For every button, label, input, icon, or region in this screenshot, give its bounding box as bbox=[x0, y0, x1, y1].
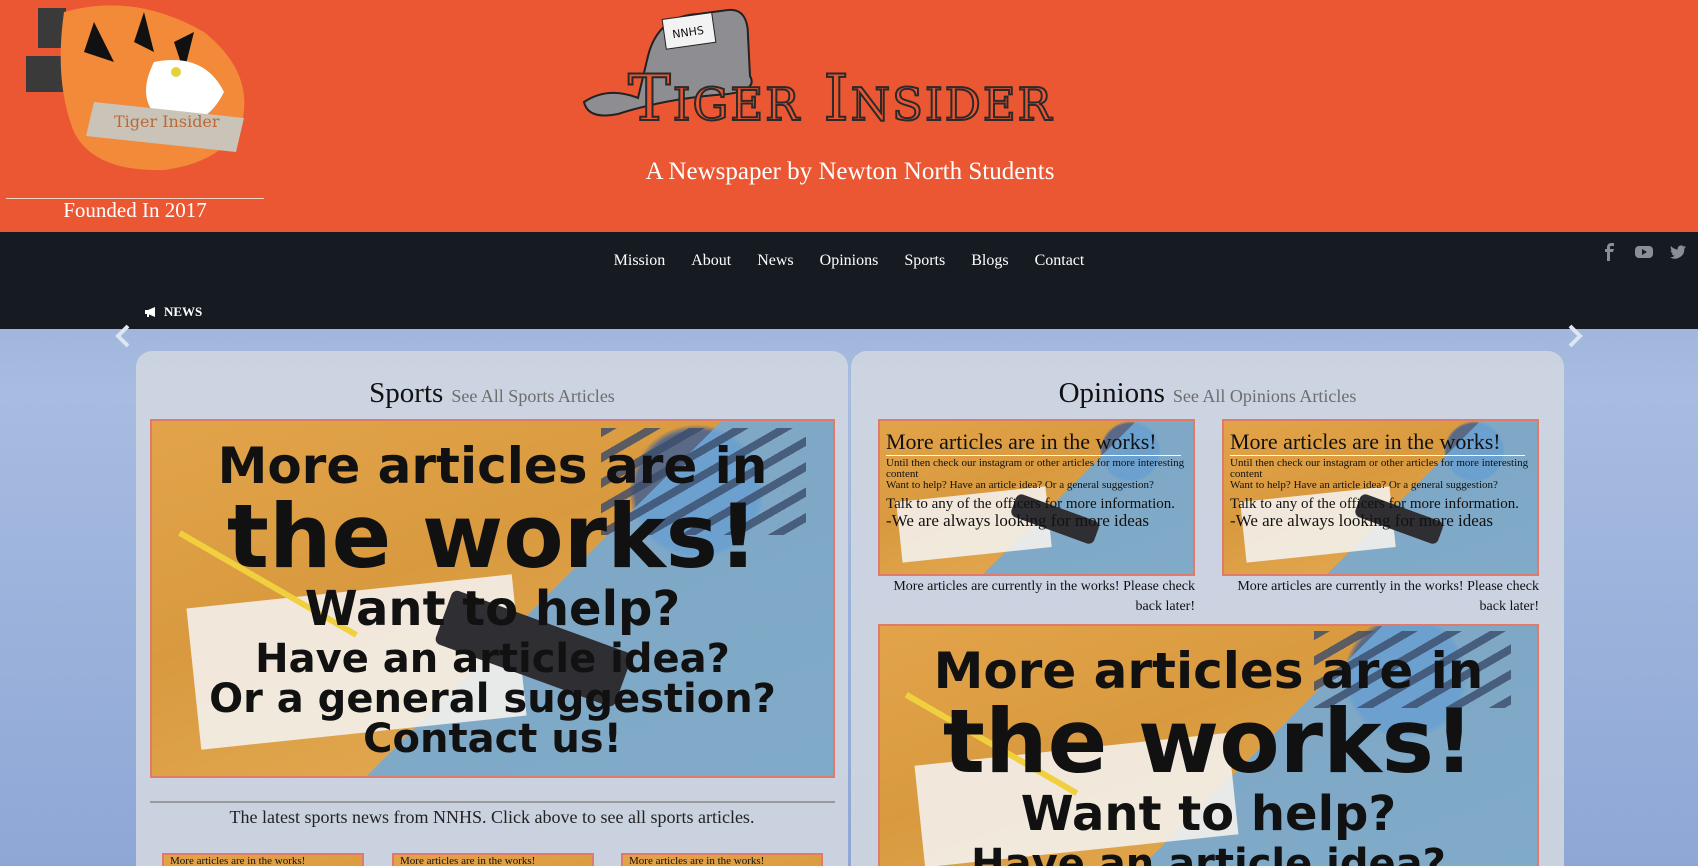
svg-text:Tiger Insider: Tiger Insider bbox=[114, 112, 220, 131]
facebook-icon[interactable] bbox=[1600, 242, 1620, 262]
thumb-text: More articles are in the works! bbox=[170, 855, 306, 866]
placeholder-line: Talk to any of the officers for more inf… bbox=[886, 496, 1175, 512]
sports-thumb-2[interactable]: More articles are in the works! bbox=[392, 853, 594, 866]
megaphone-icon bbox=[145, 307, 155, 317]
sports-divider bbox=[150, 801, 835, 803]
nav-item-mission[interactable]: Mission bbox=[601, 252, 679, 270]
placeholder-line: Contact us! bbox=[363, 716, 622, 762]
main-navbar: Mission About News Opinions Sports Blogs… bbox=[0, 232, 1698, 329]
placeholder-line: More articles are in bbox=[933, 642, 1484, 700]
nav-item-contact[interactable]: Contact bbox=[1022, 252, 1098, 270]
placeholder-text: More articles are in the works! Until th… bbox=[880, 421, 1193, 529]
placeholder-text: More articles are in the works! Want to … bbox=[152, 421, 833, 759]
sports-feature-image[interactable]: More articles are in the works! Want to … bbox=[150, 419, 835, 778]
news-ticker[interactable]: NEWS bbox=[144, 304, 202, 320]
placeholder-line: Or a general suggestion? bbox=[209, 676, 776, 722]
twitter-icon[interactable] bbox=[1668, 242, 1688, 262]
thumb-text: More articles are in the works! bbox=[629, 855, 765, 866]
placeholder-line: Want to help? Have an article idea? Or a… bbox=[1230, 479, 1498, 491]
sports-panel: Sports See All Sports Articles More arti… bbox=[136, 351, 848, 866]
youtube-icon[interactable] bbox=[1634, 242, 1654, 262]
placeholder-line: Want to help? bbox=[304, 581, 681, 637]
nav-item-blogs[interactable]: Blogs bbox=[958, 252, 1021, 270]
opinions-title: Opinions bbox=[1058, 377, 1165, 409]
see-all-sports-link[interactable]: See All Sports Articles bbox=[451, 386, 615, 406]
opinions-card-caption-2[interactable]: More articles are currently in the works… bbox=[1222, 577, 1539, 617]
nav-item-news[interactable]: News bbox=[744, 252, 806, 270]
placeholder-line: Until then check our instagram or other … bbox=[1230, 457, 1529, 480]
placeholder-line: the works! bbox=[226, 485, 759, 588]
placeholder-line: Until then check our instagram or other … bbox=[886, 457, 1185, 480]
opinions-panel: Opinions See All Opinions Articles More … bbox=[851, 351, 1564, 866]
placeholder-line: the works! bbox=[942, 690, 1475, 793]
ticker-label: NEWS bbox=[164, 304, 203, 319]
placeholder-line: Want to help? Have an article idea? Or a… bbox=[886, 479, 1154, 491]
placeholder-line: -We are always looking for more ideas bbox=[1230, 511, 1493, 530]
carousel-prev-icon[interactable] bbox=[112, 322, 134, 350]
placeholder-line: More articles are in bbox=[217, 437, 768, 495]
opinions-card-caption-1[interactable]: More articles are currently in the works… bbox=[878, 577, 1195, 617]
social-links bbox=[1600, 242, 1698, 262]
thumb-text: More articles are in the works! bbox=[400, 855, 536, 866]
nav-item-sports[interactable]: Sports bbox=[891, 252, 958, 270]
placeholder-text: More articles are in the works! Want to … bbox=[880, 626, 1537, 866]
placeholder-line: Talk to any of the officers for more inf… bbox=[1230, 496, 1519, 512]
sports-description: The latest sports news from NNHS. Click … bbox=[229, 807, 755, 827]
opinions-feature-image[interactable]: More articles are in the works! Want to … bbox=[878, 624, 1539, 866]
nav-menu: Mission About News Opinions Sports Blogs… bbox=[0, 252, 1698, 270]
carousel-next-icon[interactable] bbox=[1564, 322, 1586, 350]
founded-text: Founded In 2017 bbox=[63, 198, 207, 222]
nav-item-opinions[interactable]: Opinions bbox=[807, 252, 892, 270]
sports-heading: Sports See All Sports Articles bbox=[136, 377, 848, 410]
nav-item-about[interactable]: About bbox=[678, 252, 744, 270]
placeholder-rule bbox=[886, 455, 1181, 456]
tagline: A Newspaper by Newton North Students bbox=[645, 158, 1055, 185]
placeholder-line: -We are always looking for more ideas bbox=[886, 511, 1149, 530]
placeholder-line: Have an article idea? bbox=[255, 636, 730, 682]
sports-thumb-3[interactable]: More articles are in the works! bbox=[621, 853, 823, 866]
masthead-title[interactable]: Tiger Insider bbox=[627, 61, 1054, 137]
sports-thumb-1[interactable]: More articles are in the works! bbox=[162, 853, 364, 866]
placeholder-line: More articles are in the works! bbox=[1230, 429, 1501, 454]
placeholder-line: Have an article idea? bbox=[971, 841, 1446, 866]
placeholder-rule bbox=[1230, 455, 1525, 456]
site-header: Tiger Insider Founded In 2017 NNHS Tiger… bbox=[0, 0, 1698, 232]
sports-title: Sports bbox=[369, 377, 444, 409]
placeholder-line: Want to help? bbox=[1020, 786, 1397, 842]
placeholder-text: More articles are in the works! Until th… bbox=[1224, 421, 1537, 529]
opinions-card-image-1[interactable]: More articles are in the works! Until th… bbox=[878, 419, 1195, 576]
opinions-card-image-2[interactable]: More articles are in the works! Until th… bbox=[1222, 419, 1539, 576]
placeholder-line: More articles are in the works! bbox=[886, 429, 1157, 454]
opinions-heading: Opinions See All Opinions Articles bbox=[851, 377, 1564, 410]
see-all-opinions-link[interactable]: See All Opinions Articles bbox=[1173, 386, 1357, 406]
tiger-logo[interactable]: Tiger Insider bbox=[4, 2, 266, 178]
